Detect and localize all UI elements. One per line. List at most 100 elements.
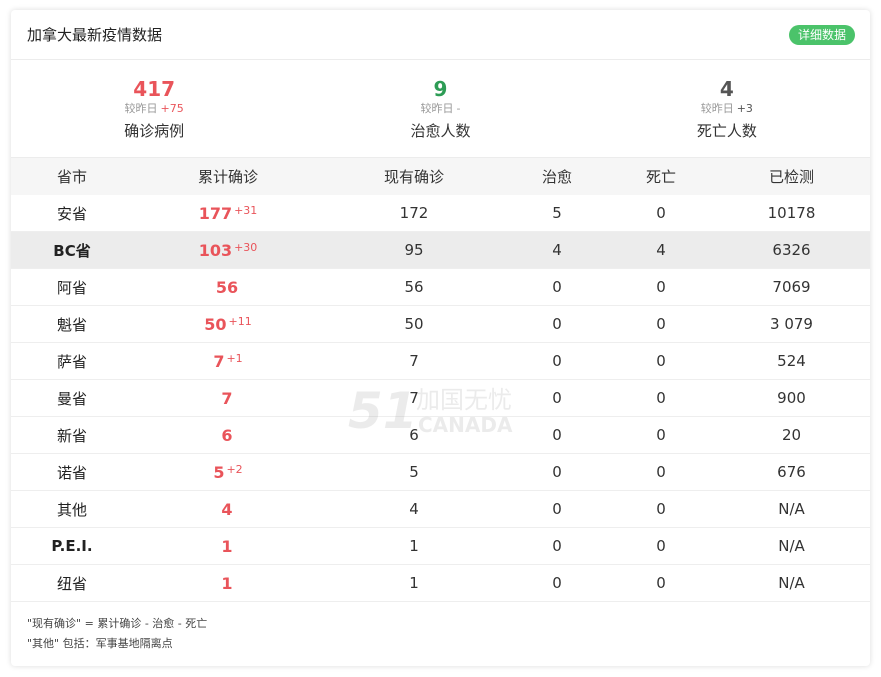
dead-count: 0 [656,463,666,481]
compare-delta: +3 [736,102,753,115]
total-increase: +31 [234,203,258,217]
table-header-row: 省市 累计确诊 现有确诊 治愈 死亡 已检测 [11,158,870,195]
total-cell: 1 [133,574,323,593]
table-row[interactable]: 阿省 56 56 0 0 7069 [11,269,870,306]
province-name: 曼省 [56,389,87,408]
tested-count: 524 [777,352,806,370]
current-confirmed: 7 [409,389,419,407]
total-increase: +11 [228,314,252,328]
total-confirmed: 1 [221,536,233,556]
total-confirmed: 1 [221,573,233,593]
province-name: 魁省 [56,315,87,334]
current-confirmed: 7 [409,352,419,370]
tested-count: 7069 [772,278,811,296]
tested-count: 6326 [772,241,811,259]
table-row[interactable]: P.E.I. 1 1 0 0 N/A [11,528,870,565]
dead-count: 0 [656,204,666,222]
footer-notes: "现有确诊" = 累计确诊 - 治愈 - 死亡 "其他" 包括：军事基地隔离点 [11,602,870,654]
total-cell: 4 [133,500,323,519]
column-header-current: 现有确诊 [383,168,444,186]
dead-count: 0 [656,278,666,296]
compare-delta: - [456,102,461,115]
footer-note-other: "其他" 包括：军事基地隔离点 [27,637,173,650]
card-title: 加拿大最新疫情数据 [27,26,163,44]
current-confirmed: 1 [409,574,419,592]
province-table: 省市 累计确诊 现有确诊 治愈 死亡 已检测 安省 177 +31 172 5 0 1017… [11,158,870,602]
cured-count: 0 [552,426,562,444]
column-header-cured: 治愈 [541,168,572,186]
table-row[interactable]: 纽省 1 1 0 0 N/A [11,565,870,602]
total-cell: 177 +31 [133,204,323,223]
compare-label: 较昨日 [124,102,158,115]
stat-value: 417 [133,77,176,101]
current-confirmed: 95 [404,241,424,259]
column-header-dead: 死亡 [645,168,676,186]
column-header-province: 省市 [56,168,87,186]
total-cell: 56 [133,278,323,297]
dead-count: 0 [656,352,666,370]
total-confirmed: 177 [198,203,233,223]
compare-label: 较昨日 [420,102,454,115]
table-row[interactable]: 魁省 50 +11 50 0 0 3 079 [11,306,870,343]
total-confirmed: 7 [221,388,233,408]
column-header-tested: 已检测 [768,168,814,186]
table-row[interactable]: 安省 177 +31 172 5 0 10178 [11,195,870,232]
total-confirmed: 103 [198,240,233,260]
table-row[interactable]: 萨省 7 +1 7 0 0 524 [11,343,870,380]
dead-count: 0 [656,426,666,444]
tested-count: N/A [778,574,805,592]
current-confirmed: 6 [409,426,419,444]
table-row[interactable]: 诺省 5 +2 5 0 0 676 [11,454,870,491]
table-row[interactable]: 新省 6 6 0 0 20 [11,417,870,454]
dead-count: 0 [656,500,666,518]
total-increase: +30 [234,240,258,254]
table-row[interactable]: 曼省 7 7 0 0 900 [11,380,870,417]
compare-delta: +75 [160,102,184,115]
table-row[interactable]: BC省 103 +30 95 4 4 6326 [11,232,870,269]
stat-compare: 较昨日 +75 [11,102,297,116]
province-name: BC省 [53,241,91,260]
total-confirmed: 5 [213,462,225,482]
stat-label: 死亡人数 [696,122,757,140]
dead-count: 0 [656,574,666,592]
stat-compare: 较昨日 - [297,102,583,116]
cured-count: 0 [552,352,562,370]
total-cell: 103 +30 [133,241,323,260]
tested-count: 676 [777,463,806,481]
dead-count: 0 [656,537,666,555]
total-increase: +1 [226,351,243,365]
cured-count: 0 [552,315,562,333]
current-confirmed: 5 [409,463,419,481]
cured-count: 5 [552,204,562,222]
stat-value: 4 [719,77,734,101]
table-body: 安省 177 +31 172 5 0 10178 BC省 103 +30 95 4 4 6326 阿省 56 5… [11,195,870,602]
tested-count: 10178 [767,204,816,222]
stat-value: 9 [433,77,448,101]
total-confirmed: 4 [221,499,233,519]
province-name: 萨省 [56,352,87,371]
stat-compare: 较昨日 +3 [584,102,870,116]
total-increase: +2 [226,462,243,476]
cured-count: 0 [552,537,562,555]
tested-count: N/A [778,500,805,518]
total-cell: 1 [133,537,323,556]
dead-count: 0 [656,389,666,407]
footer-note-current: "现有确诊" = 累计确诊 - 治愈 - 死亡 [27,617,208,630]
column-header-total: 累计确诊 [197,168,258,186]
cured-count: 0 [552,278,562,296]
total-cell: 7 [133,389,323,408]
tested-count: 3 079 [770,315,813,333]
total-cell: 50 +11 [133,315,323,334]
province-name: 纽省 [56,574,87,593]
table-row[interactable]: 其他 4 4 0 0 N/A [11,491,870,528]
total-cell: 6 [133,426,323,445]
cured-count: 4 [552,241,562,259]
province-name: 阿省 [56,278,87,297]
stat-dead: 4 较昨日 +3 死亡人数 [584,60,870,157]
dead-count: 0 [656,315,666,333]
province-name: 安省 [56,204,87,223]
detail-data-button[interactable]: 详细数据 [788,24,855,45]
province-name: P.E.I. [51,537,93,555]
stat-confirmed: 417 较昨日 +75 确诊病例 [11,60,297,157]
stat-cured: 9 较昨日 - 治愈人数 [297,60,583,157]
